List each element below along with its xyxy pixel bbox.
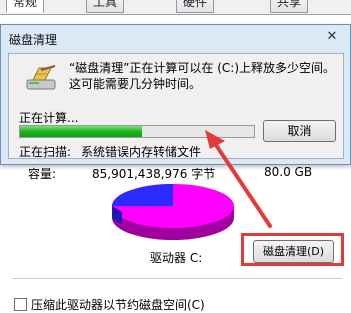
compress-drive-option[interactable]: 压缩此驱动器以节约磁盘空间(C) — [14, 296, 205, 313]
properties-tab-bar: 常规 工具 硬件 共享 — [0, 0, 351, 15]
capacity-label: 容量: — [28, 167, 57, 181]
scanning-label: 正在扫描: — [19, 145, 72, 159]
calculating-label: 正在计算... — [19, 111, 79, 125]
calculation-message: “磁盘清理”正在计算可以在 (C:)上释放多少空间。这可能需要几分钟时间。 — [69, 61, 336, 91]
disk-cleanup-icon — [26, 65, 56, 90]
annotation-highlight-box — [241, 233, 344, 266]
tab-sharing[interactable]: 共享 — [270, 0, 309, 13]
progress-bar — [19, 125, 255, 138]
disk-usage-pie-chart — [112, 184, 234, 240]
tab-hardware[interactable]: 硬件 — [176, 0, 215, 13]
tab-general[interactable]: 常规 — [6, 0, 45, 13]
disk-cleanup-dialog: 磁盘清理 ✕ “磁盘清理”正在计算可以在 (C:)上释放多少空间。这可能需要几分… — [0, 24, 351, 165]
dialog-title: 磁盘清理 — [9, 33, 58, 47]
capacity-gb: 80.0 GB — [264, 165, 313, 179]
cancel-button[interactable]: 取消 — [263, 120, 336, 142]
compress-label: 压缩此驱动器以节约磁盘空间(C) — [31, 298, 205, 312]
compress-checkbox[interactable] — [14, 298, 27, 311]
progress-bar-fill — [20, 126, 142, 137]
scanning-item: 系统错误内存转储文件 — [81, 145, 202, 159]
close-icon[interactable]: ✕ — [322, 29, 342, 45]
tab-tools[interactable]: 工具 — [86, 0, 125, 13]
divider — [12, 278, 342, 279]
drive-label: 驱动器 C: — [150, 251, 203, 265]
pie-free-slice — [112, 184, 173, 206]
dialog-content: “磁盘清理”正在计算可以在 (C:)上释放多少空间。这可能需要几分钟时间。 正在… — [8, 53, 344, 159]
scanning-row: 正在扫描: 系统错误内存转储文件 — [19, 143, 201, 160]
